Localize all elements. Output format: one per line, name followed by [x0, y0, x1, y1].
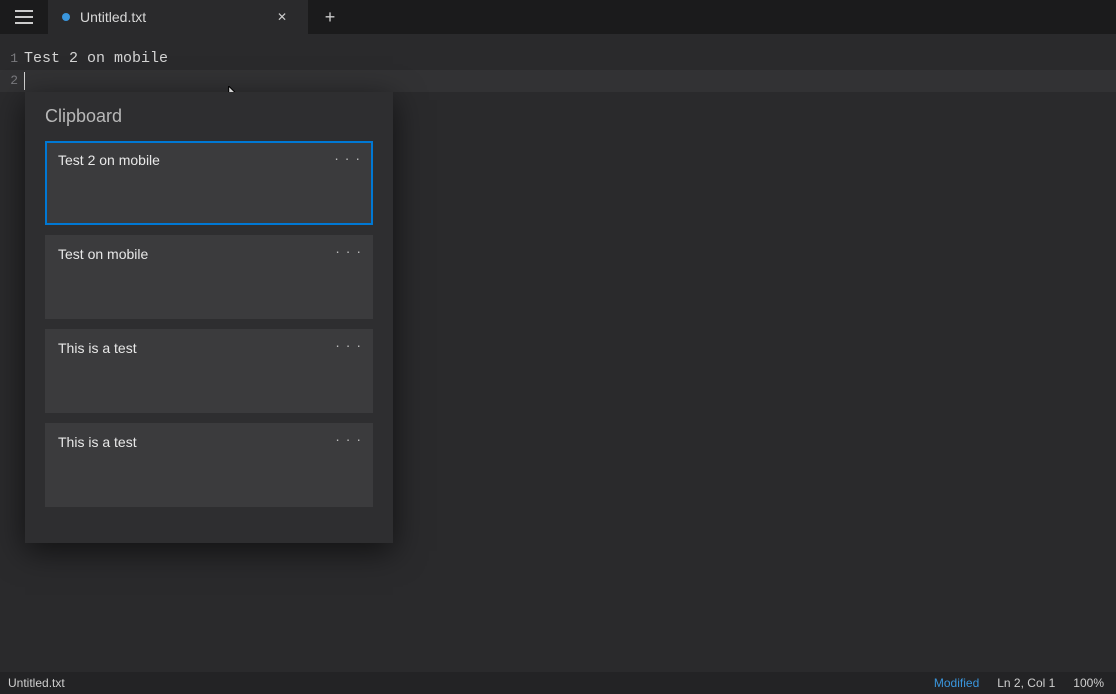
- clipboard-item-text: This is a test: [58, 340, 137, 356]
- line-number: 2: [0, 70, 20, 92]
- clipboard-panel: Clipboard Test 2 on mobile· · ·Test on m…: [25, 92, 393, 543]
- close-tab-button[interactable]: [270, 5, 294, 29]
- clipboard-item[interactable]: Test 2 on mobile · · ·: [45, 141, 373, 225]
- clipboard-item-more-button[interactable]: · · ·: [335, 244, 362, 258]
- menu-button[interactable]: [0, 0, 48, 34]
- clipboard-title: Clipboard: [45, 106, 373, 127]
- clipboard-item-text: Test 2 on mobile: [58, 152, 160, 168]
- new-tab-button[interactable]: [308, 0, 352, 34]
- status-modified: Modified: [934, 676, 979, 690]
- hamburger-icon: [15, 10, 33, 24]
- clipboard-list: Test 2 on mobile · · · Test on mobile · · ·…: [45, 141, 373, 507]
- tab-untitled[interactable]: Untitled.txt: [48, 0, 308, 34]
- clipboard-item[interactable]: Test on mobile · · ·: [45, 235, 373, 319]
- clipboard-item-more-button[interactable]: · · ·: [335, 338, 362, 352]
- unsaved-indicator-icon: [62, 13, 70, 21]
- text-caret: [24, 72, 25, 90]
- editor-line[interactable]: Test 2 on mobile: [24, 48, 1116, 70]
- clipboard-item-more-button[interactable]: · · ·: [335, 432, 362, 446]
- status-filename: Untitled.txt: [8, 676, 65, 690]
- editor-line[interactable]: [24, 70, 1116, 92]
- tab-title: Untitled.txt: [80, 9, 260, 25]
- status-bar: Untitled.txt Modified Ln 2, Col 1 100%: [0, 672, 1116, 694]
- clipboard-item-text: This is a test: [58, 434, 137, 450]
- status-zoom[interactable]: 100%: [1073, 676, 1104, 690]
- title-bar: Untitled.txt: [0, 0, 1116, 34]
- clipboard-item-text: Test on mobile: [58, 246, 148, 262]
- editor-content[interactable]: Test 2 on mobile: [24, 48, 1116, 92]
- status-position[interactable]: Ln 2, Col 1: [997, 676, 1055, 690]
- line-number: 1: [0, 48, 20, 70]
- clipboard-item-more-button[interactable]: · · ·: [334, 151, 361, 165]
- clipboard-item[interactable]: This is a test · · ·: [45, 423, 373, 507]
- clipboard-item[interactable]: This is a test · · ·: [45, 329, 373, 413]
- line-number-gutter: 12: [0, 48, 20, 92]
